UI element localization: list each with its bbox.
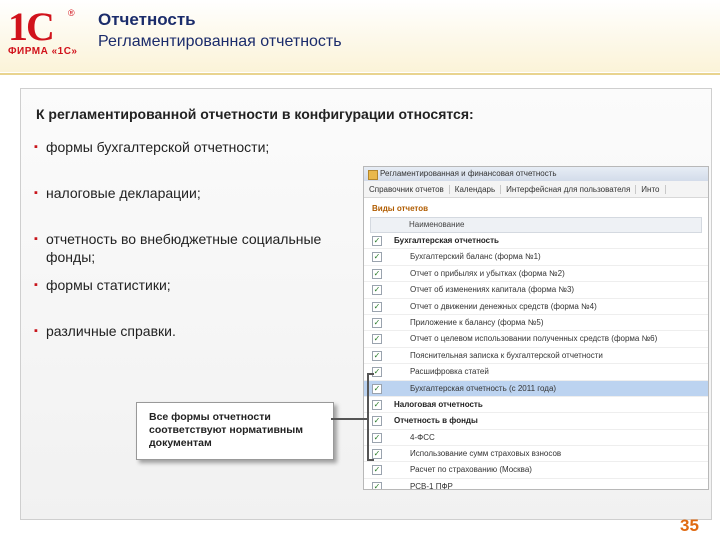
page-number: 35 bbox=[680, 516, 699, 535]
slide-subtitle: Регламентированная отчетность bbox=[98, 33, 342, 50]
embedded-screenshot: Регламентированная и финансовая отчетнос… bbox=[363, 166, 709, 490]
tree-row[interactable]: ✓ Отчет о движении денежных средств (форм… bbox=[364, 299, 708, 315]
tree-row[interactable]: ✓ Отчет о целевом использовании полученны… bbox=[364, 331, 708, 348]
registered-mark: ® bbox=[68, 8, 75, 18]
tree-row[interactable]: ✓ Использование сумм страховых взносов bbox=[364, 446, 708, 463]
tree-row[interactable]: ✓ Расчет по страхованию (Москва) bbox=[364, 462, 708, 479]
slide-title: Отчетность bbox=[98, 10, 196, 29]
tree-row-label: Отчет о движении денежных средств (форма… bbox=[410, 301, 597, 311]
callout-connector bbox=[331, 418, 369, 420]
callout-text: Все формы отчетности соответствуют норма… bbox=[149, 411, 303, 449]
tree-row[interactable]: ✓ Бухгалтерский баланс (форма №1) bbox=[364, 249, 708, 266]
toolbar-button-more[interactable]: Инто bbox=[636, 184, 666, 194]
tree-row-label: Отчет о прибылях и убытках (форма №2) bbox=[410, 268, 565, 278]
tree-row[interactable]: ✓ 4-ФСС bbox=[364, 430, 708, 447]
tree-row-label: Расчет по страхованию (Москва) bbox=[410, 465, 532, 475]
toolbar-button-calendar[interactable]: Календарь bbox=[450, 184, 502, 194]
tree-row-label: Пояснительная записка к бухгалтерской от… bbox=[410, 350, 603, 360]
checkbox[interactable]: ✓ bbox=[372, 301, 382, 312]
tree-row-label: Использование сумм страховых взносов bbox=[410, 449, 562, 459]
toolbar-button-interface[interactable]: Интерфейсная для пользователя bbox=[501, 184, 637, 194]
bullet-item: различные справки. bbox=[34, 322, 334, 368]
tree-row-label: Отчет о целевом использовании полученных… bbox=[410, 334, 658, 344]
bullet-list: формы бухгалтерской отчетности; налоговы… bbox=[34, 138, 334, 368]
tree-row[interactable]: ✓ Отчет об изменениях капитала (форма №3) bbox=[364, 282, 708, 299]
bullet-item: формы статистики; bbox=[34, 276, 334, 322]
toolbar-button-reports[interactable]: Справочник отчетов bbox=[364, 184, 450, 194]
checkbox[interactable]: ✓ bbox=[372, 481, 382, 489]
tree-row-label: РСВ-1 ПФР bbox=[410, 481, 453, 490]
group-title: Виды отчетов bbox=[372, 204, 429, 213]
tree-row-label: Отчетность в фонды bbox=[394, 416, 478, 426]
tree-row-label: Приложение к балансу (форма №5) bbox=[410, 317, 544, 327]
tree-row[interactable]: ✓ Пояснительная записка к бухгалтерской о… bbox=[364, 348, 708, 365]
checkbox[interactable]: ✓ bbox=[372, 285, 382, 296]
tree-row[interactable]: ✓ Расшифровка статей bbox=[364, 364, 708, 381]
toolbar: Справочник отчетов Календарь Интерфейсна… bbox=[364, 181, 708, 198]
checkbox[interactable]: ✓ bbox=[372, 334, 382, 345]
logo-subtitle: ФИРМА «1С» bbox=[8, 46, 78, 57]
checkbox[interactable]: ✓ bbox=[372, 317, 382, 328]
1c-logo: 1С ® ФИРМА «1С» bbox=[6, 6, 86, 58]
logo-mark: 1С bbox=[8, 4, 55, 49]
tree-row-label: Бухгалтерский баланс (форма №1) bbox=[410, 252, 541, 262]
content-heading: К регламентированной отчетности в конфиг… bbox=[36, 106, 474, 122]
tree-row-label: Бухгалтерская отчетность bbox=[394, 236, 499, 245]
tree-row[interactable]: ✓ Бухгалтерская отчетность bbox=[364, 233, 708, 250]
tree-row[interactable]: ✓ Бухгалтерская отчетность (с 2011 года) bbox=[364, 380, 708, 397]
tree-row[interactable]: ✓ Приложение к балансу (форма №5) bbox=[364, 315, 708, 332]
bullet-item: отчетность во внебюджетные социальные фо… bbox=[34, 230, 334, 276]
tree-row-label: 4-ФСС bbox=[410, 432, 435, 442]
header-divider bbox=[0, 73, 720, 75]
report-tree: ✓ Бухгалтерская отчетность ✓ Бухгалтерский … bbox=[364, 233, 708, 490]
tree-row-label: Расшифровка статей bbox=[410, 367, 489, 377]
bullet-item: налоговые декларации; bbox=[34, 184, 334, 230]
slide-header: 1С ® ФИРМА «1С» Отчетность Регламентиров… bbox=[0, 0, 720, 72]
callout-box: Все формы отчетности соответствуют норма… bbox=[136, 402, 334, 460]
checkbox[interactable]: ✓ bbox=[372, 465, 382, 476]
window-title: Регламентированная и финансовая отчетнос… bbox=[364, 167, 708, 181]
bullet-item: формы бухгалтерской отчетности; bbox=[34, 138, 334, 184]
tree-row[interactable]: ✓ РСВ-1 ПФР bbox=[364, 479, 708, 490]
tree-row-label: Налоговая отчетность bbox=[394, 399, 483, 409]
tree-row-label: Отчет об изменениях капитала (форма №3) bbox=[410, 285, 575, 295]
checkbox[interactable]: ✓ bbox=[372, 268, 382, 279]
tree-row-label: Бухгалтерская отчетность (с 2011 года) bbox=[410, 383, 557, 393]
tree-row[interactable]: ✓ Отчет о прибылях и убытках (форма №2) bbox=[364, 266, 708, 283]
tree-row[interactable]: ✓ Отчетность в фонды bbox=[364, 413, 708, 430]
checkbox[interactable]: ✓ bbox=[372, 236, 382, 246]
checkbox[interactable]: ✓ bbox=[372, 350, 382, 361]
checkbox[interactable]: ✓ bbox=[372, 252, 382, 263]
tree-row[interactable]: ✓ Налоговая отчетность bbox=[364, 397, 708, 414]
callout-bracket bbox=[367, 373, 374, 461]
column-header[interactable]: Наименование bbox=[370, 217, 702, 233]
